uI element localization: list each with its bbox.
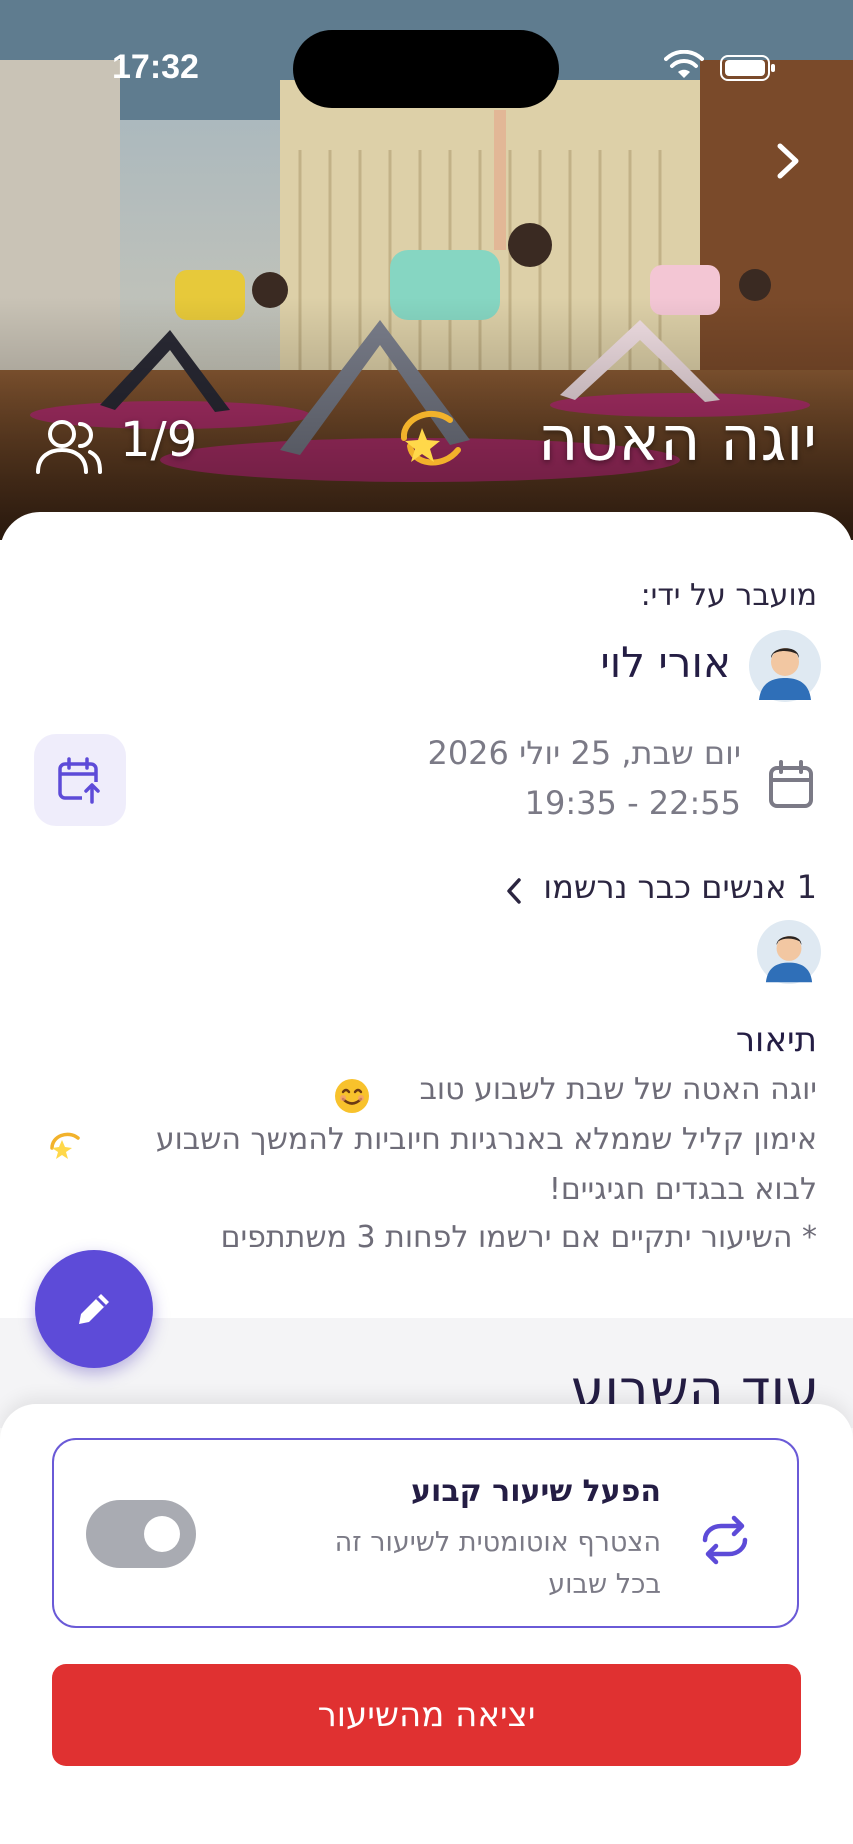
registered-count: 1 (796, 868, 817, 906)
status-time: 17:32 (112, 48, 199, 86)
taught-by-label: מועבר על ידי: (640, 578, 817, 613)
leave-class-button[interactable]: יציאה מהשיעור (52, 1664, 801, 1766)
calendar-icon (769, 760, 813, 808)
description-heading: תיאור (735, 1020, 817, 1060)
dizzy-star-icon (401, 411, 461, 466)
edit-button[interactable] (35, 1250, 153, 1368)
recurring-class-toggle[interactable] (86, 1500, 196, 1568)
hero-image: 17:32 יוגה האטה 1/9 (0, 0, 853, 540)
dynamic-island (293, 30, 559, 108)
chevron-left-icon[interactable] (504, 876, 524, 906)
calendar-export-icon (58, 757, 102, 804)
class-time: 19:35 - 22:55 (524, 784, 741, 822)
class-date: יום שבת, 25 יולי 2026 (427, 734, 741, 772)
description-line: יוגה האטה של שבת לשבוע טוב (419, 1072, 817, 1107)
registered-label: אנשים כבר נרשמו (543, 868, 787, 906)
chevron-right-icon[interactable] (768, 140, 808, 182)
battery-icon (720, 55, 775, 81)
registered-attendees-link[interactable]: 1 אנשים כבר נרשמו (543, 868, 817, 906)
wifi-icon (664, 50, 704, 78)
pencil-icon (79, 1294, 109, 1324)
smiling-face-icon (335, 1079, 369, 1113)
instructor-name[interactable]: אורי לוי (600, 638, 731, 687)
class-details: מועבר על ידי: אורי לוי יום שבת, 25 יולי … (0, 512, 853, 1320)
attendee-avatar[interactable] (757, 920, 821, 984)
description-line: אימון קליל שממלא באנרגיות חיוביות להמשך … (155, 1122, 817, 1157)
repeat-icon (702, 1515, 748, 1565)
toggle-knob (144, 1516, 180, 1552)
participants-count: 1/9 (120, 412, 198, 468)
recurring-class-card[interactable]: הפעל שיעור קבוע הצטרף אוטומטית לשיעור זה… (52, 1438, 799, 1628)
instructor-avatar[interactable] (749, 630, 821, 702)
status-bar: 17:32 (0, 0, 853, 140)
recurring-class-description: הצטרף אוטומטית לשיעור זה בכל שבוע (334, 1527, 661, 1600)
add-to-calendar-button[interactable] (34, 734, 126, 826)
description-line: לבוא בבגדים חגיגיים! (548, 1172, 817, 1207)
description-line: * השיעור יתקיים אם ירשמו לפחות 3 משתתפים (220, 1220, 817, 1255)
dizzy-star-icon (50, 1132, 80, 1159)
recurring-class-title: הפעל שיעור קבוע (411, 1474, 661, 1509)
people-icon (36, 420, 102, 474)
bottom-sheet: הפעל שיעור קבוע הצטרף אוטומטית לשיעור זה… (0, 1404, 853, 1844)
class-title: יוגה האטה (537, 402, 817, 475)
